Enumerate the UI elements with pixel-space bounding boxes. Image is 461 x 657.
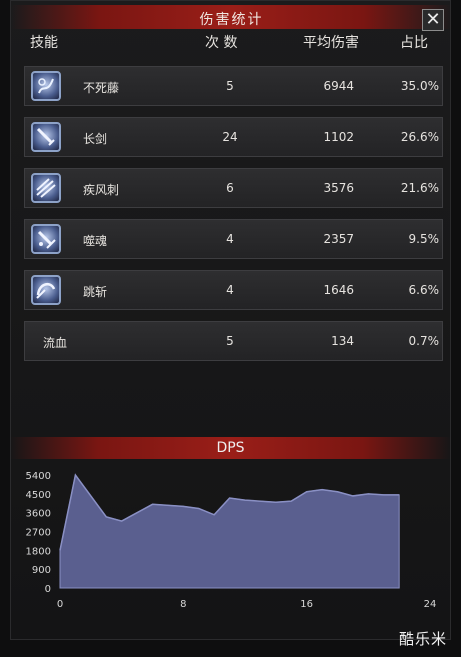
table-row[interactable]: 噬魂 4 2357 9.5% xyxy=(24,219,443,259)
y-tick-label: 900 xyxy=(32,565,51,576)
table-row[interactable]: 流血 5 134 0.7% xyxy=(24,321,443,361)
header-skill: 技能 xyxy=(30,35,58,51)
vine-icon xyxy=(31,71,61,101)
close-button[interactable]: ✕ xyxy=(422,9,444,31)
header-avg-damage: 平均伤害 xyxy=(303,35,359,51)
damage-percent: 0.7% xyxy=(408,334,440,348)
x-tick-label: 24 xyxy=(424,599,437,610)
avg-damage: 3576 xyxy=(323,181,354,195)
damage-percent: 9.5% xyxy=(408,232,440,246)
avg-damage: 1102 xyxy=(323,130,354,144)
sword-icon xyxy=(31,122,61,152)
skill-name: 不死藤 xyxy=(83,81,120,95)
watermark: 酷乐米 xyxy=(398,630,447,648)
y-tick-label: 4500 xyxy=(26,490,51,501)
hit-count: 24 xyxy=(222,130,238,144)
y-tick-label: 2700 xyxy=(26,528,51,539)
skill-name: 流血 xyxy=(43,336,68,350)
table-row[interactable]: 疾风刺 6 3576 21.6% xyxy=(24,168,443,208)
table-row[interactable]: 长剑 24 1102 26.6% xyxy=(24,117,443,157)
y-tick-label: 1800 xyxy=(26,546,51,557)
x-tick-label: 16 xyxy=(300,599,313,610)
x-tick-label: 0 xyxy=(57,599,63,610)
dps-chart: 0 900 1800 2700 3600 4500 5400 0 8 16 24 xyxy=(26,471,437,610)
y-tick-label: 5400 xyxy=(26,471,51,482)
damage-percent: 35.0% xyxy=(400,79,439,93)
leap-slash-icon xyxy=(31,275,61,305)
soul-bite-icon xyxy=(31,224,61,254)
x-tick-label: 8 xyxy=(180,599,186,610)
skill-name: 长剑 xyxy=(83,132,108,146)
skill-name: 疾风刺 xyxy=(83,183,120,197)
damage-percent: 6.6% xyxy=(408,283,440,297)
table-header: 技能 次 数 平均伤害 占比 xyxy=(30,32,440,52)
avg-damage: 6944 xyxy=(323,79,354,93)
hit-count: 5 xyxy=(226,334,234,348)
y-tick-label: 0 xyxy=(45,584,51,595)
close-icon: ✕ xyxy=(425,9,441,30)
header-percent: 占比 xyxy=(400,35,428,51)
wind-thrust-icon xyxy=(31,173,61,203)
dps-area xyxy=(59,473,400,589)
skill-name: 噬魂 xyxy=(83,234,108,248)
avg-damage: 134 xyxy=(331,334,354,348)
y-tick-label: 3600 xyxy=(26,509,51,520)
hit-count: 5 xyxy=(226,79,234,93)
table-row[interactable]: 跳斩 4 1646 6.6% xyxy=(24,270,443,310)
hit-count: 4 xyxy=(226,232,234,246)
avg-damage: 2357 xyxy=(323,232,354,246)
hit-count: 6 xyxy=(226,181,234,195)
damage-percent: 26.6% xyxy=(400,130,439,144)
header-count: 次 数 xyxy=(205,35,238,51)
table-row[interactable]: 不死藤 5 6944 35.0% xyxy=(24,66,443,106)
hit-count: 4 xyxy=(226,283,234,297)
skill-name: 跳斩 xyxy=(83,285,108,299)
avg-damage: 1646 xyxy=(323,283,354,297)
dps-title: DPS xyxy=(216,440,245,456)
panel-title: 伤害统计 xyxy=(199,12,264,28)
damage-percent: 21.6% xyxy=(400,181,439,195)
